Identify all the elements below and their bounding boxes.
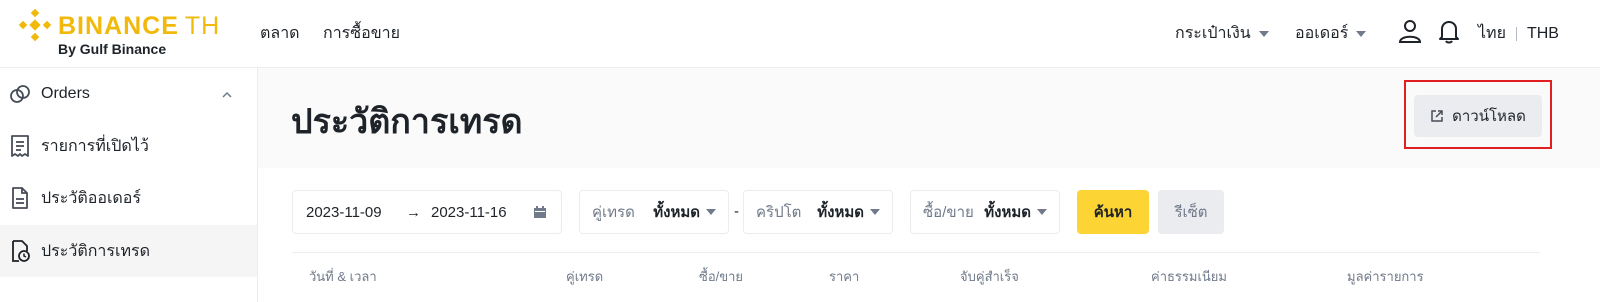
- col-header-filled: จับคู่สำเร็จ: [960, 269, 1019, 284]
- filter-separator: -: [734, 203, 739, 220]
- col-header-side: ซื้อ/ขาย: [699, 269, 744, 284]
- filter-bar: 2023-11-09 → 2023-11-16 คู่เทรด ทั้งหมด …: [258, 168, 1600, 302]
- pair-label: คู่เทรด: [592, 204, 635, 221]
- external-link-icon: [1431, 110, 1443, 122]
- chevron-up-icon: [222, 91, 232, 98]
- sidebar-item-label: ประวัติออเดอร์: [41, 189, 141, 207]
- brand-name: BINANCE: [58, 12, 179, 40]
- document-icon: [12, 187, 28, 209]
- crypto-select[interactable]: คริปโต ทั้งหมด: [743, 190, 893, 234]
- pair-value: ทั้งหมด: [653, 204, 700, 221]
- chevron-down-icon: [1037, 209, 1047, 215]
- sidebar-item-trade-history[interactable]: ประวัติการเทรด: [0, 225, 257, 277]
- brand-subtitle: By Gulf Binance: [58, 41, 167, 57]
- date-from[interactable]: 2023-11-09: [306, 204, 382, 221]
- side-value: ทั้งหมด: [984, 204, 1031, 221]
- user-icon[interactable]: [1397, 18, 1423, 44]
- page-title: ประวัติการเทรด: [291, 103, 523, 141]
- bell-icon[interactable]: [1436, 18, 1462, 44]
- sidebar-item-open-orders[interactable]: รายการที่เปิดไว้: [0, 120, 257, 172]
- binance-logo[interactable]: BINANCE TH By Gulf Binance: [18, 8, 233, 60]
- col-header-pair: คู่เทรด: [566, 269, 604, 284]
- crypto-value: ทั้งหมด: [817, 204, 864, 221]
- crypto-label: คริปโต: [756, 204, 802, 221]
- sidebar-item-label: Orders: [41, 85, 90, 102]
- col-header-price: ราคา: [829, 269, 860, 284]
- chevron-down-icon: [1356, 30, 1367, 37]
- download-label: ดาวน์โหลด: [1452, 108, 1526, 125]
- side-select[interactable]: ซื้อ/ขาย ทั้งหมด: [910, 190, 1060, 234]
- page-header: ประวัติการเทรด ดาวน์โหลด: [258, 68, 1600, 168]
- sidebar-item-label: รายการที่เปิดไว้: [41, 137, 149, 155]
- sidebar-item-label: ประวัติการเทรด: [41, 242, 150, 260]
- nav-markets[interactable]: ตลาด: [260, 21, 300, 46]
- side-label: ซื้อ/ขาย: [923, 204, 974, 221]
- arrow-right-icon: →: [406, 203, 421, 221]
- nav-trade[interactable]: การซื้อขาย: [323, 21, 400, 46]
- chevron-down-icon: [706, 209, 716, 215]
- brand-region: TH: [184, 12, 221, 40]
- col-header-fee: ค่าธรรมเนียม: [1151, 269, 1227, 284]
- language-label: ไทย: [1478, 25, 1506, 42]
- table-divider: [292, 252, 1540, 253]
- currency-label: THB: [1526, 24, 1559, 42]
- binance-diamond-icon: [18, 8, 52, 42]
- sidebar-item-order-history[interactable]: ประวัติออเดอร์: [0, 172, 257, 224]
- chevron-down-icon: [1258, 30, 1269, 37]
- date-range-picker[interactable]: 2023-11-09 → 2023-11-16: [292, 190, 562, 234]
- date-to[interactable]: 2023-11-16: [431, 204, 507, 221]
- nav-orders-label: ออเดอร์: [1295, 25, 1349, 42]
- top-header: BINANCE TH By Gulf Binance ตลาด การซื้อขา…: [0, 0, 1600, 68]
- brand-wordmark: BINANCE TH: [58, 12, 220, 41]
- divider: [1515, 26, 1517, 41]
- search-button[interactable]: ค้นหา: [1077, 190, 1149, 234]
- chevron-down-icon: [870, 209, 880, 215]
- reset-button[interactable]: รีเซ็ต: [1158, 190, 1224, 234]
- calendar-icon[interactable]: [533, 205, 547, 219]
- sidebar: Orders รายการที่เปิดไว้ ประวัติออเดอร์ ป…: [0, 68, 258, 302]
- trade-history-icon: [12, 240, 30, 262]
- language-currency-selector[interactable]: ไทย THB: [1478, 21, 1559, 46]
- highlight-box: ดาวน์โหลด: [1404, 80, 1552, 149]
- col-header-datetime: วันที่ & เวลา: [309, 269, 377, 284]
- pair-select[interactable]: คู่เทรด ทั้งหมด: [579, 190, 729, 234]
- sidebar-item-orders[interactable]: Orders: [0, 68, 257, 120]
- nav-wallet-dropdown[interactable]: กระเป๋าเงิน: [1175, 21, 1269, 46]
- orders-icon: [10, 85, 30, 103]
- col-header-total: มูลค่ารายการ: [1347, 269, 1424, 284]
- nav-orders-dropdown[interactable]: ออเดอร์: [1295, 21, 1367, 46]
- receipt-icon: [11, 135, 29, 157]
- nav-wallet-label: กระเป๋าเงิน: [1175, 25, 1251, 42]
- download-button[interactable]: ดาวน์โหลด: [1414, 95, 1542, 137]
- main-content: ประวัติการเทรด ดาวน์โหลด 2023-11-09 → 20…: [258, 68, 1600, 302]
